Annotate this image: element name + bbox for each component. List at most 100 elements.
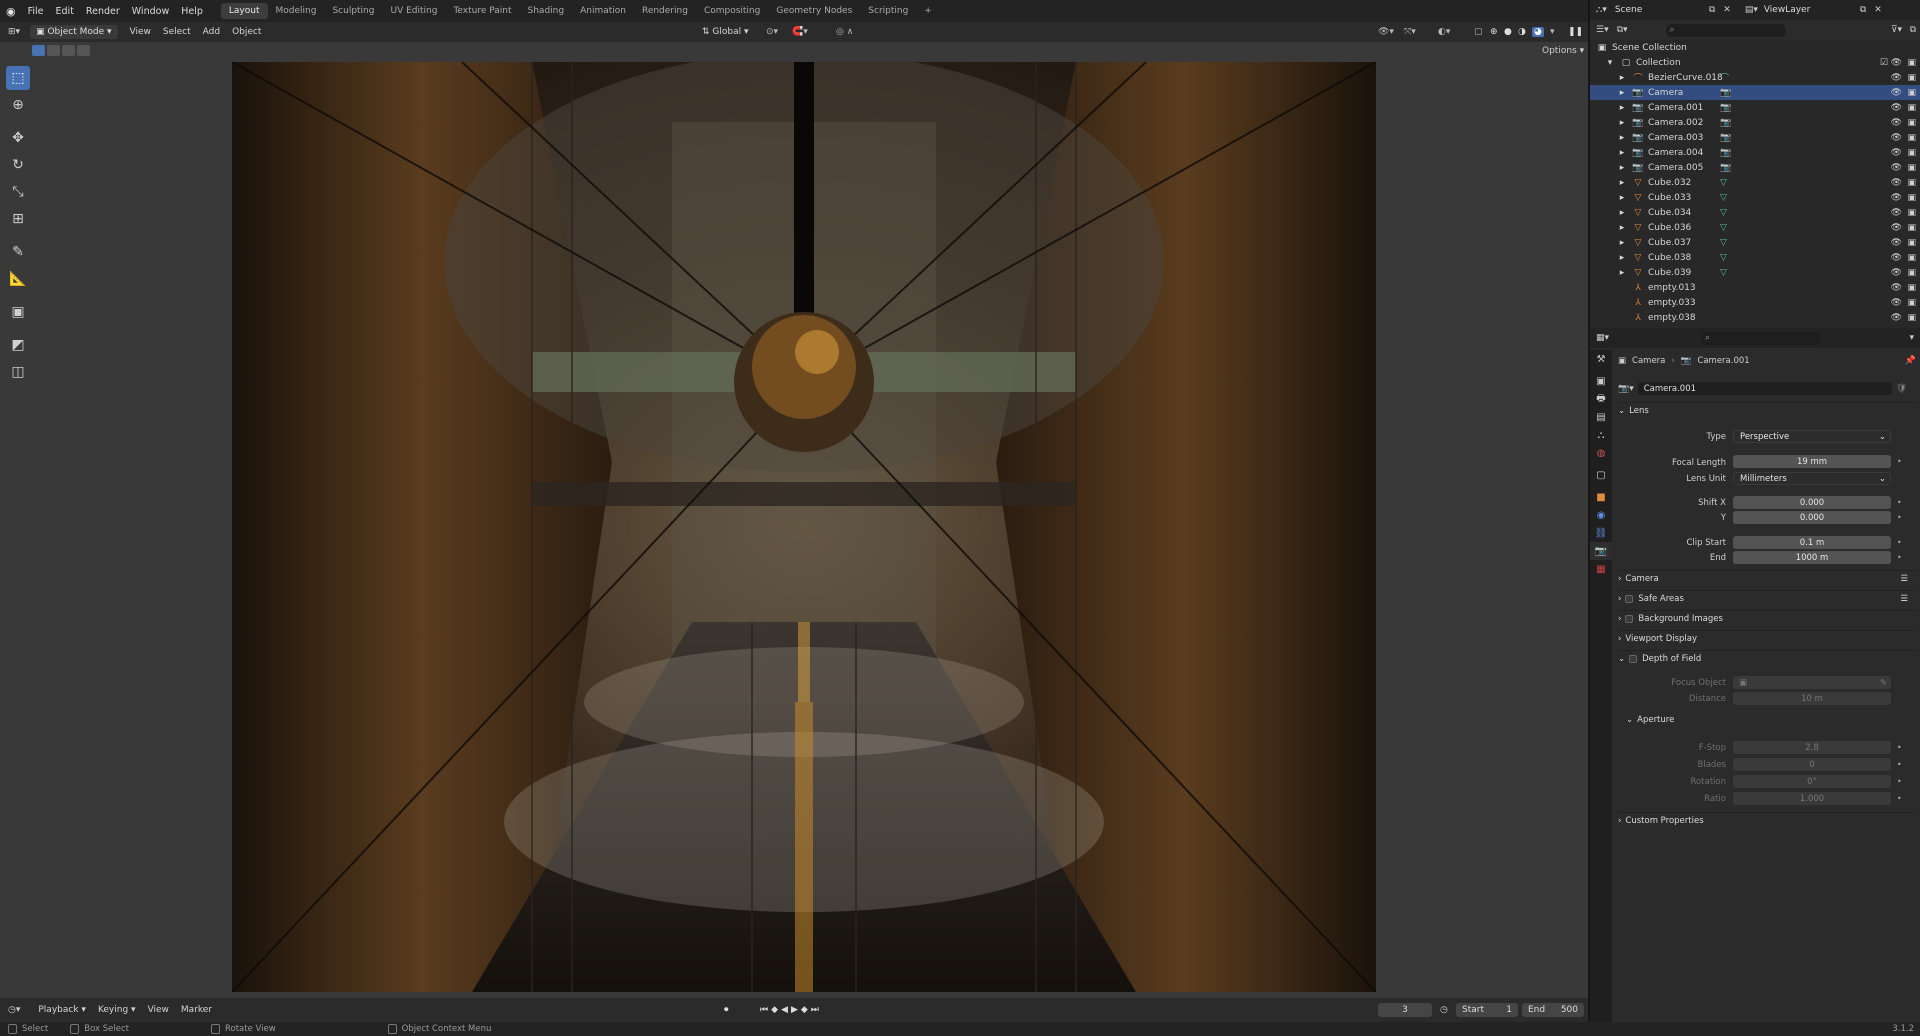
measure-tool-icon[interactable]: 📐: [6, 267, 30, 291]
outliner-row[interactable]: ▸ 📷 Camera.001 📷 👁 ▣: [1590, 100, 1920, 115]
eye-icon[interactable]: 👁: [1891, 283, 1902, 293]
menu-timeline-view[interactable]: View: [148, 1005, 169, 1015]
object-data-icon[interactable]: 📷: [1720, 133, 1731, 143]
eyedropper-icon[interactable]: ✎: [1880, 678, 1887, 688]
new-view-layer-icon[interactable]: ⧉: [1860, 5, 1866, 15]
rendered-camera-view[interactable]: [232, 62, 1376, 992]
aperture-panel-header[interactable]: ⌄ Aperture: [1626, 712, 1916, 728]
outliner-row[interactable]: ⅄ empty.038 👁 ▣: [1590, 310, 1920, 325]
outliner-row[interactable]: ▸ ▽ Cube.039 ▽ 👁 ▣: [1590, 265, 1920, 280]
render-camera-icon[interactable]: ▣: [1907, 193, 1916, 203]
render-camera-icon[interactable]: ▣: [1907, 253, 1916, 263]
tool-tab-icon[interactable]: ⚒: [1590, 350, 1612, 368]
eye-icon[interactable]: 👁: [1891, 253, 1902, 263]
focal-length-field[interactable]: 19 mm: [1733, 455, 1891, 468]
select-box-tool-icon[interactable]: ⬚: [6, 66, 30, 90]
physics-tab-icon[interactable]: ◉: [1590, 506, 1612, 524]
object-data-icon[interactable]: ▽: [1720, 238, 1727, 248]
jump-start-icon[interactable]: ⏮: [760, 1005, 771, 1015]
cursor-tool-icon[interactable]: ⊕: [6, 93, 30, 117]
tab-uv-editing[interactable]: UV Editing: [382, 3, 445, 19]
add-cube-tool-icon[interactable]: ▣: [6, 300, 30, 324]
mode-dropdown[interactable]: ▣ Object Mode ▾: [30, 25, 118, 39]
outliner-row[interactable]: ▸ 📷 Camera.002 📷 👁 ▣: [1590, 115, 1920, 130]
background-images-checkbox[interactable]: [1625, 614, 1634, 623]
camera-data-tab-icon[interactable]: 📷: [1590, 542, 1612, 560]
object-data-icon[interactable]: ▽: [1720, 178, 1727, 188]
focus-object-field[interactable]: ▣ ✎: [1733, 676, 1891, 689]
render-camera-icon[interactable]: ▣: [1907, 268, 1916, 278]
keyframe-dot-icon[interactable]: •: [1897, 553, 1902, 562]
new-collection-icon[interactable]: ⧉: [1910, 25, 1916, 35]
dof-panel-header[interactable]: ⌄ Depth of Field: [1618, 650, 1916, 666]
scene-name-field[interactable]: Scene: [1615, 5, 1707, 15]
render-camera-icon[interactable]: ▣: [1907, 88, 1916, 98]
annotate-tool-icon[interactable]: ✎: [6, 240, 30, 264]
display-mode-icon[interactable]: ⧉▾: [1617, 25, 1628, 35]
outliner-search-input[interactable]: ⌕: [1665, 23, 1786, 37]
keyframe-dot-icon[interactable]: •: [1897, 498, 1902, 507]
presets-icon[interactable]: ☰: [1900, 574, 1908, 584]
outliner-row[interactable]: ▸ ▽ Cube.036 ▽ 👁 ▣: [1590, 220, 1920, 235]
object-data-icon[interactable]: 📷: [1720, 148, 1731, 158]
tab-layout[interactable]: Layout: [220, 3, 268, 19]
snap-icon[interactable]: 🧲▾: [792, 27, 808, 37]
render-camera-icon[interactable]: ▣: [1907, 118, 1916, 128]
output-tab-icon[interactable]: 🖶: [1590, 390, 1612, 408]
keyframe-dot-icon[interactable]: •: [1897, 760, 1902, 769]
expand-arrow-icon[interactable]: ▸: [1616, 268, 1628, 278]
expand-arrow-icon[interactable]: ▸: [1616, 208, 1628, 218]
view-layer-field[interactable]: ViewLayer: [1764, 5, 1860, 15]
eye-icon[interactable]: 👁: [1891, 148, 1902, 158]
shift-y-field[interactable]: 0.000: [1733, 511, 1891, 524]
menu-edit[interactable]: Edit: [56, 6, 74, 17]
clock-editor-icon[interactable]: ◷▾: [8, 1005, 20, 1015]
outliner-row[interactable]: ▸ ▽ Cube.037 ▽ 👁 ▣: [1590, 235, 1920, 250]
tab-geometry-nodes[interactable]: Geometry Nodes: [768, 3, 860, 19]
render-camera-icon[interactable]: ▣: [1907, 73, 1916, 83]
eye-icon[interactable]: 👁: [1891, 163, 1902, 173]
expand-arrow-icon[interactable]: ▸: [1616, 193, 1628, 203]
outliner-row[interactable]: ▸ 📷 Camera 📷 👁 ▣: [1590, 85, 1920, 100]
outliner-row[interactable]: ▸ 📷 Camera.005 📷 👁 ▣: [1590, 160, 1920, 175]
editor-type-icon[interactable]: ⊞▾: [8, 27, 20, 37]
render-camera-icon[interactable]: ▣: [1907, 58, 1916, 68]
keyframe-dot-icon[interactable]: •: [1897, 777, 1902, 786]
eye-icon[interactable]: 👁: [1891, 58, 1902, 68]
clip-start-field[interactable]: 0.1 m: [1733, 536, 1891, 549]
collection-checkbox-icon[interactable]: ☑: [1880, 58, 1888, 68]
expand-arrow-icon[interactable]: ▸: [1616, 88, 1628, 98]
object-data-icon[interactable]: ▽: [1720, 268, 1727, 278]
shading-wireframe-icon[interactable]: ⊕: [1490, 27, 1498, 37]
view-camera-tool-icon[interactable]: ◩: [6, 333, 30, 357]
object-data-icon[interactable]: ⌒: [1720, 71, 1729, 84]
eye-icon[interactable]: 👁: [1891, 88, 1902, 98]
custom-properties-panel-header[interactable]: › Custom Properties: [1618, 812, 1916, 828]
tab-compositing[interactable]: Compositing: [696, 3, 768, 19]
world-tab-icon[interactable]: ◍: [1590, 444, 1612, 462]
menu-window[interactable]: Window: [132, 6, 169, 17]
outliner-row[interactable]: ▸ ▽ Cube.038 ▽ 👁 ▣: [1590, 250, 1920, 265]
safe-areas-panel-header[interactable]: › Safe Areas ☰: [1618, 590, 1916, 606]
eye-icon[interactable]: 👁: [1891, 178, 1902, 188]
move-tool-icon[interactable]: ✥: [6, 126, 30, 150]
expand-collection-icon[interactable]: ▾: [1604, 58, 1616, 68]
scene-tab-icon[interactable]: ⛬: [1590, 426, 1612, 444]
expand-arrow-icon[interactable]: ▸: [1616, 163, 1628, 173]
current-frame-field[interactable]: 3: [1378, 1003, 1432, 1017]
clip-end-field[interactable]: 1000 m: [1733, 551, 1891, 564]
outliner-row[interactable]: ▸ ▽ Cube.033 ▽ 👁 ▣: [1590, 190, 1920, 205]
menu-object[interactable]: Object: [232, 27, 261, 37]
eye-icon[interactable]: 👁: [1891, 118, 1902, 128]
xray-icon[interactable]: ▢: [1474, 27, 1483, 37]
object-data-icon[interactable]: ▽: [1720, 253, 1727, 263]
eye-icon[interactable]: 👁: [1891, 223, 1902, 233]
outliner-row[interactable]: ▸ ⌒ BezierCurve.018 ⌒ 👁 ▣: [1590, 70, 1920, 85]
render-camera-icon[interactable]: ▣: [1907, 223, 1916, 233]
expand-arrow-icon[interactable]: ▸: [1616, 253, 1628, 263]
transform-tool-icon[interactable]: ⊞: [6, 207, 30, 231]
lens-panel-header[interactable]: ⌄ Lens: [1618, 402, 1916, 418]
expand-arrow-icon[interactable]: ▸: [1616, 103, 1628, 113]
camera-panel-header[interactable]: › Camera ☰: [1618, 570, 1916, 586]
render-camera-icon[interactable]: ▣: [1907, 298, 1916, 308]
